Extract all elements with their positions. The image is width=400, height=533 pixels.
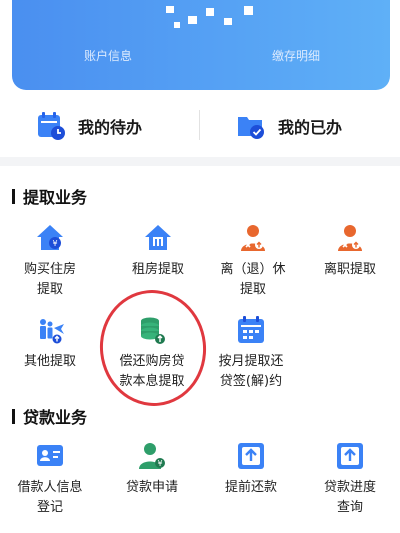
coin-stack-icon [141, 317, 165, 344]
prepay-upload-icon [238, 443, 264, 469]
progress-upload-icon [337, 443, 363, 469]
tile-house-rent[interactable]: 租房提取 [110, 222, 206, 280]
svg-text:¥: ¥ [52, 239, 57, 248]
tile-label: 其他提取 [23, 354, 76, 369]
tile-label: 按月提取还 贷签(解)约 [218, 354, 284, 389]
withdraw-section-title: 提取业务 [12, 186, 88, 207]
house-purchase-icon: ¥ [37, 225, 63, 250]
deposit-detail-link[interactable]: 缴存明细 [272, 47, 320, 64]
tile-house-purchase[interactable]: ¥ 购买住房 提取 [2, 222, 98, 300]
tile-loan-progress[interactable]: 贷款进度 查询 [302, 440, 398, 518]
account-info-link[interactable]: 账户信息 [84, 47, 132, 64]
tile-resign[interactable]: 离职提取 [302, 222, 398, 280]
house-rent-icon [145, 225, 171, 250]
quick-divider [199, 110, 200, 140]
section-gap [0, 157, 400, 166]
tile-label: 偿还购房贷 款本息提取 [119, 354, 185, 389]
borrower-card-icon [37, 445, 63, 466]
my-todo-button[interactable]: 我的待办 [36, 106, 142, 146]
tile-loan-repay[interactable]: 偿还购房贷 款本息提取 [104, 314, 200, 392]
account-banner: 账户信息 缴存明细 [12, 0, 390, 90]
tile-other[interactable]: 其他提取 [2, 314, 98, 372]
calendar-building-icon [238, 316, 264, 343]
tile-label: 提前还款 [224, 480, 277, 495]
tile-borrower-info[interactable]: 借款人信息 登记 [2, 440, 98, 518]
tile-label: 离职提取 [323, 262, 376, 277]
masked-balance [162, 4, 262, 30]
section-marker [12, 408, 15, 424]
tile-label: 离（退）休 提取 [220, 262, 286, 297]
svg-text:¥: ¥ [157, 459, 162, 468]
my-done-button[interactable]: 我的已办 [236, 106, 342, 146]
tile-label: 借款人信息 登记 [17, 480, 83, 515]
tile-label: 贷款申请 [125, 480, 178, 495]
tile-loan-apply[interactable]: ¥ 贷款申请 [104, 440, 200, 498]
done-folder-icon [238, 117, 264, 139]
withdraw-title-text: 提取业务 [23, 188, 88, 207]
tile-label: 贷款进度 查询 [323, 480, 376, 515]
tile-monthly-contract[interactable]: 按月提取还 贷签(解)约 [203, 314, 299, 392]
loan-section-title: 贷款业务 [12, 406, 88, 427]
tile-label: 购买住房 提取 [23, 262, 76, 297]
loan-person-icon: ¥ [139, 443, 165, 469]
tile-label: 租房提取 [131, 262, 184, 277]
tile-retire[interactable]: 离（退）休 提取 [205, 222, 301, 300]
loan-title-text: 贷款业务 [23, 408, 88, 427]
retire-person-icon [241, 225, 265, 251]
family-other-icon [40, 319, 64, 344]
tile-prepay[interactable]: 提前还款 [203, 440, 299, 498]
resign-person-icon [338, 225, 362, 251]
todo-calendar-icon [38, 112, 65, 140]
section-marker [12, 188, 15, 204]
my-todo-label: 我的待办 [78, 118, 143, 137]
my-done-label: 我的已办 [278, 118, 343, 137]
